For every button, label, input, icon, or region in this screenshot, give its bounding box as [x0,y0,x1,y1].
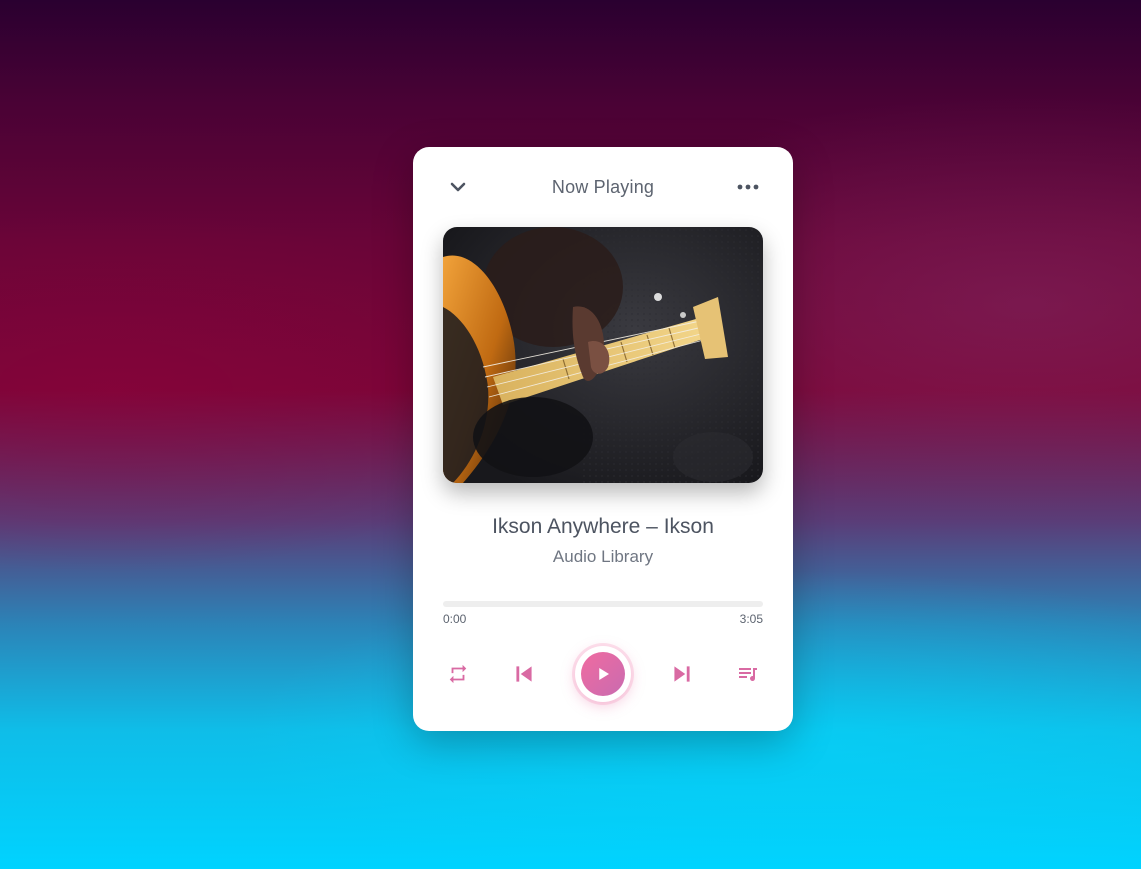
playlist-button[interactable] [733,659,763,689]
playlist-music-icon [739,668,757,681]
album-cover-image [443,227,763,483]
collapse-button[interactable] [443,173,473,201]
album-cover [443,227,763,483]
repeat-button[interactable] [443,659,473,689]
playback-controls [443,644,763,704]
current-time: 0:00 [443,612,467,626]
music-player-card: Now Playing Ikson Anywhere – Ikson Audio… [413,147,793,731]
skip-previous-icon [516,666,532,682]
skip-next-icon [674,666,690,682]
header-title: Now Playing [551,176,655,197]
play-button[interactable] [575,646,631,702]
more-options-button[interactable] [733,173,763,201]
more-horizontal-icon [737,184,759,190]
track-duration: 3:05 [739,612,763,626]
previous-button[interactable] [509,659,539,689]
player-header: Now Playing [443,173,763,201]
chevron-down-icon [450,182,466,192]
track-artist: Audio Library [552,547,654,566]
next-button[interactable] [667,659,697,689]
play-icon [599,668,609,680]
play-button-inner [581,652,625,696]
track-title: Ikson Anywhere – Ikson [492,515,714,538]
repeat-icon [449,664,467,684]
progress-bar[interactable] [443,601,763,607]
